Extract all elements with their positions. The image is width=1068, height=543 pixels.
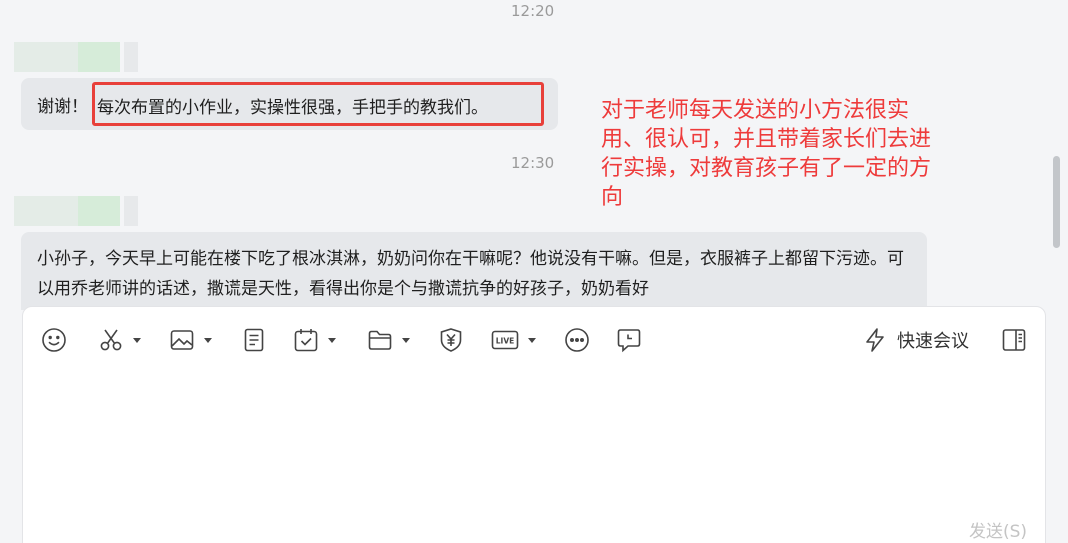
comment-button[interactable] bbox=[616, 325, 642, 355]
image-button[interactable] bbox=[169, 325, 212, 355]
highlight-box: 每次布置的小作业，实操性很强，手把手的教我们。 bbox=[92, 82, 544, 126]
lightning-icon bbox=[866, 328, 884, 352]
quick-meeting-label: 快速会议 bbox=[897, 331, 969, 352]
timestamp: 12:30 bbox=[511, 154, 555, 172]
message-bubble[interactable]: 谢谢！ 每次布置的小作业，实操性很强，手把手的教我们。 bbox=[21, 78, 558, 130]
yuan-shield-icon bbox=[440, 328, 462, 352]
message-composer[interactable]: LIVE 快速会议 发送(S) bbox=[22, 306, 1046, 543]
image-icon bbox=[170, 330, 194, 350]
calendar-icon bbox=[294, 329, 318, 352]
quick-meeting-button[interactable]: 快速会议 bbox=[863, 325, 969, 355]
message-text: 小孙子，今天早上可能在楼下吃了根冰淇淋，奶奶问你在干嘛呢？他说没有干嘛。但是，衣… bbox=[37, 249, 904, 299]
comment-icon bbox=[617, 329, 641, 353]
payment-button[interactable] bbox=[438, 325, 464, 355]
chat-history: 12:20 谢谢！ 每次布置的小作业，实操性很强，手把手的教我们。 12:30 … bbox=[0, 0, 1068, 310]
sidebar-toggle-button[interactable] bbox=[1001, 325, 1027, 355]
live-button[interactable]: LIVE bbox=[491, 325, 536, 355]
more-button[interactable] bbox=[564, 325, 590, 355]
timestamp: 12:20 bbox=[511, 2, 555, 20]
scissors-icon bbox=[100, 329, 122, 351]
svg-text:LIVE: LIVE bbox=[496, 336, 515, 345]
chevron-down-icon[interactable] bbox=[328, 337, 336, 343]
message-text: 谢谢！ bbox=[37, 97, 88, 117]
sidebar-toggle-icon bbox=[1002, 329, 1026, 351]
document-button[interactable] bbox=[241, 325, 267, 355]
chat-scrollbar[interactable] bbox=[1053, 156, 1060, 248]
emoji-icon bbox=[42, 328, 66, 352]
chevron-down-icon[interactable] bbox=[133, 337, 141, 343]
chevron-down-icon[interactable] bbox=[402, 337, 410, 343]
emoji-button[interactable] bbox=[41, 325, 67, 355]
sender-name-redacted bbox=[14, 196, 138, 226]
folder-icon bbox=[368, 330, 392, 350]
schedule-button[interactable] bbox=[293, 325, 336, 355]
live-icon: LIVE bbox=[491, 330, 519, 350]
file-button[interactable] bbox=[367, 325, 410, 355]
message-bubble[interactable]: 小孙子，今天早上可能在楼下吃了根冰淇淋，奶奶问你在干嘛呢？他说没有干嘛。但是，衣… bbox=[21, 232, 927, 310]
highlighted-message-text: 每次布置的小作业，实操性很强，手把手的教我们。 bbox=[97, 98, 488, 118]
chevron-down-icon[interactable] bbox=[528, 337, 536, 343]
document-icon bbox=[244, 328, 264, 352]
annotation-text: 对于老师每天发送的小方法很实用、很认可，并且带着家长们去进行实操，对教育孩子有了… bbox=[601, 98, 932, 210]
send-button[interactable]: 发送(S) bbox=[969, 517, 1027, 542]
chevron-down-icon[interactable] bbox=[204, 337, 212, 343]
more-icon bbox=[565, 328, 589, 352]
screenshot-button[interactable] bbox=[98, 325, 141, 355]
sender-name-redacted bbox=[14, 42, 138, 72]
